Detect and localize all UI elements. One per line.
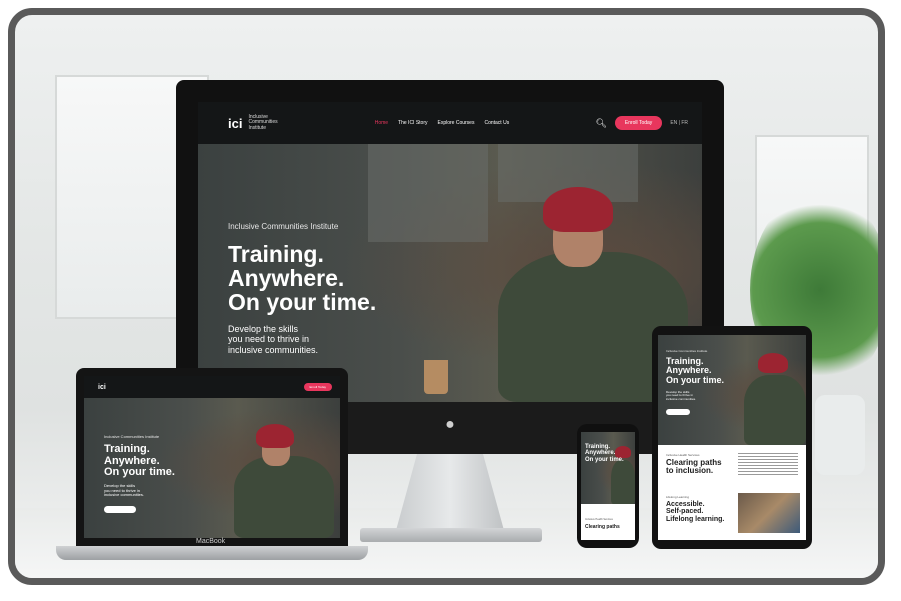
site-navbar: ici Enroll Today <box>84 376 340 398</box>
person-beanie <box>758 353 788 373</box>
nav-ici-story[interactable]: The ICI Story <box>398 120 427 126</box>
tablet-screen: Inclusive Communities Institute Training… <box>658 335 806 540</box>
lower-title-line: Self-paced. <box>666 508 704 516</box>
phone-section-kicker: Inclusive Health Services <box>585 518 613 521</box>
nav-explore-courses[interactable]: Explore Courses <box>438 120 475 126</box>
hero-headline-line: On your time. <box>666 374 725 385</box>
hero-headline: Training. Anywhere. On your time. <box>585 444 624 463</box>
coffee-cup <box>424 360 448 394</box>
tablet-hero: Inclusive Communities Institute Training… <box>658 335 806 445</box>
site-logo[interactable]: ici <box>98 384 106 391</box>
nav-contact-us[interactable]: Contact Us <box>484 120 509 126</box>
hero-subtext: Develop the skills you need to thrive in… <box>228 324 318 355</box>
laptop-base <box>56 546 368 560</box>
nav-home[interactable]: Home <box>375 120 388 126</box>
hero-subtext-line: inclusive communities. <box>228 344 319 355</box>
hero-subtext: Develop the skills you need to thrive in… <box>104 483 145 498</box>
phone-screen: Training. Anywhere. On your time. Inclus… <box>581 432 635 540</box>
kitchen-cabinet <box>368 132 488 242</box>
person-beanie <box>256 424 294 448</box>
hero-cta-button[interactable] <box>104 506 136 513</box>
hero-kicker: Inclusive Communities Institute <box>104 434 160 439</box>
language-switcher[interactable]: EN | FR <box>670 120 688 126</box>
tablet-lower-title: Accessible. Self-paced. Lifelong learnin… <box>666 501 724 523</box>
hero-headline: Training. Anywhere. On your time. <box>104 443 175 479</box>
tablet-section-title: Clearing paths to inclusion. <box>666 458 722 476</box>
hero-headline-line: On your time. <box>228 289 377 316</box>
hero-headline: Training. Anywhere. On your time. <box>228 241 377 316</box>
lower-title-line: Accessible. <box>666 501 705 508</box>
hero-subtext-line: inclusive communities. <box>666 396 697 401</box>
search-icon[interactable]: 🔍︎ <box>595 118 606 129</box>
person-jacket <box>234 456 334 538</box>
monitor-stand-base <box>360 528 542 542</box>
site-logo[interactable]: ici <box>228 116 242 131</box>
hero-subtext-line: Develop the skills <box>228 324 299 334</box>
hero-subtext-line: inclusive communities. <box>104 492 145 498</box>
hero-headline-line: On your time. <box>585 456 624 463</box>
hero-image <box>581 432 635 504</box>
hero-subtext-line: you need to thrive in <box>228 334 310 345</box>
apple-logo-icon: ● <box>445 416 455 433</box>
tablet: Inclusive Communities Institute Training… <box>652 326 812 549</box>
hero-headline-line: Training. <box>104 443 150 455</box>
site-navbar: ici Inclusive Communities Institute Home… <box>198 102 702 144</box>
tablet-body-copy <box>738 453 798 477</box>
person-beanie <box>543 187 613 232</box>
site-logo-text: Inclusive Communities Institute <box>248 113 278 131</box>
lower-title-line: Lifelong learning. <box>666 515 725 523</box>
tablet-section-kicker: Inclusive Health Services <box>666 453 700 457</box>
laptop-label: MacBook <box>196 538 226 545</box>
hero-headline: Training. Anywhere. On your time. <box>666 356 725 385</box>
enroll-today-button[interactable]: Enroll Today <box>303 383 332 391</box>
hero-kicker: Inclusive Communities Institute <box>228 222 339 231</box>
hero-cta-button[interactable] <box>666 409 690 415</box>
hero-kicker: Inclusive Communities Institute <box>666 349 708 353</box>
smartphone: Training. Anywhere. On your time. Inclus… <box>577 424 639 548</box>
hero-headline-line: On your time. <box>104 466 175 479</box>
hero-headline-line: Training. <box>228 241 324 267</box>
enroll-today-button[interactable]: Enroll Today <box>614 116 663 130</box>
laptop-screen: ici Enroll Today Inclusive Communities I… <box>84 376 340 538</box>
tablet-photo <box>738 493 800 533</box>
person-jacket <box>744 375 806 445</box>
monitor-screen: ici Inclusive Communities Institute Home… <box>198 102 702 402</box>
section-title-line: to inclusion. <box>666 466 714 476</box>
hero-headline-line: Anywhere. <box>228 265 345 292</box>
hero-subtext: Develop the skills you need to thrive in… <box>666 390 697 401</box>
tablet-lower-kicker: Lifelong Learning <box>666 495 690 499</box>
plant-pot <box>815 395 865 475</box>
phone-hero: Training. Anywhere. On your time. <box>581 432 635 504</box>
person-jacket <box>611 460 635 504</box>
phone-section-title: Clearing paths <box>585 524 620 530</box>
laptop: ici Enroll Today Inclusive Communities I… <box>76 368 348 548</box>
